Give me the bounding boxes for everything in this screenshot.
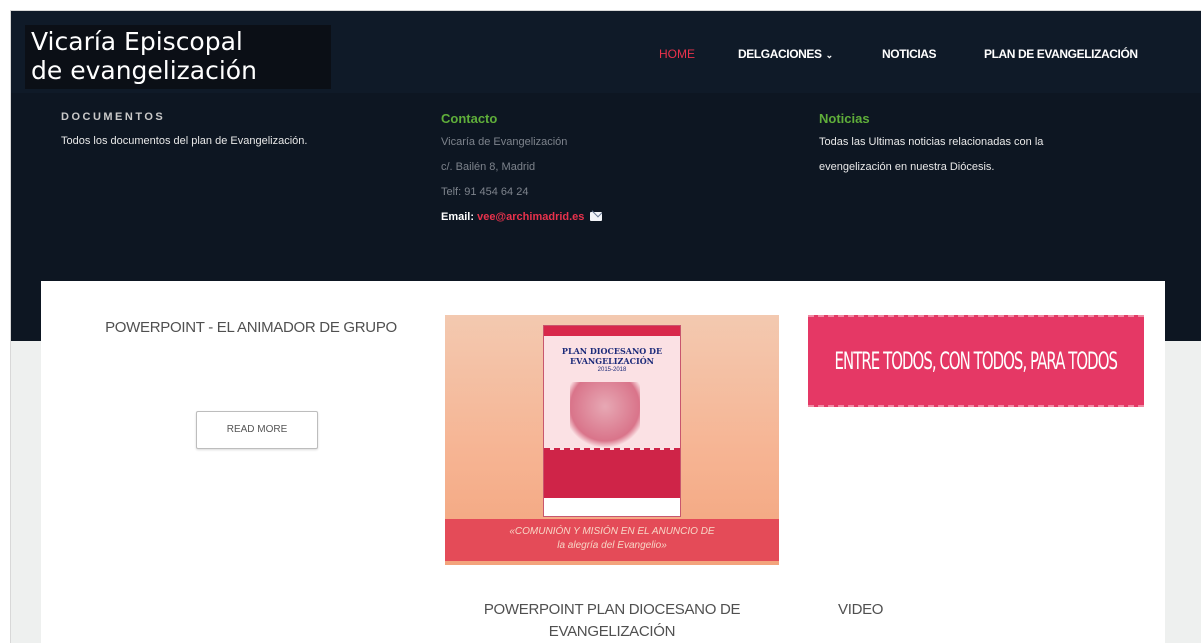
contacto-heading: Contacto (441, 111, 498, 126)
documentos-column: DOCUMENTOS Todos los documentos del plan… (61, 111, 307, 154)
noticias-heading: Noticias (819, 111, 870, 126)
read-more-button[interactable]: READ MORE (196, 411, 318, 449)
poster-banner: «COMUNIÓN Y MISIÓN EN EL ANUNCIO DE la a… (445, 519, 779, 561)
poster-document-footer (544, 498, 680, 516)
noticias-column: Noticias Todas las Ultimas noticias rela… (819, 111, 1043, 180)
envelope-icon[interactable] (590, 212, 603, 221)
noticias-line2: evengelización en nuestra Diócesis. (819, 161, 995, 173)
poster-banner-line2: la alegría del Evangelio» (557, 540, 667, 551)
email-label: Email: (441, 211, 475, 223)
nav-plan-evangelizacion[interactable]: PLAN DE EVANGELIZACIÓN (984, 47, 1138, 61)
contacto-line2: c/. Bailén 8, Madrid (441, 161, 536, 173)
chevron-down-icon: ⌄ (825, 50, 834, 60)
documentos-heading: DOCUMENTOS (61, 111, 166, 123)
entre-todos-banner-image[interactable]: ENTRE TODOS, CON TODOS, PARA TODOS (808, 315, 1144, 407)
documentos-text: Todos los documentos del plan de Evangel… (61, 135, 308, 147)
contacto-line1: Vicaría de Evangelización (441, 136, 568, 148)
contacto-email-row: Email: vee@archimadrid.es (441, 205, 603, 230)
contacto-column: Contacto Vicaría de Evangelización c/. B… (441, 111, 603, 230)
nav-delgaciones-label: DELGACIONES (738, 47, 822, 61)
main-nav: HOME DELGACIONES ⌄ NOTICIAS PLAN DE EVANG… (11, 47, 1201, 67)
poster-banner-line1: «COMUNIÓN Y MISIÓN EN EL ANUNCIO DE (509, 526, 715, 537)
nav-home[interactable]: HOME (659, 47, 695, 61)
top-navbar: Vicaría Episcopal de evangelización HOME… (11, 11, 1201, 93)
contacto-line3: Telf: 91 454 64 24 (441, 186, 529, 198)
card1-title[interactable]: POWERPOINT - EL ANIMADOR DE GRUPO (101, 317, 401, 339)
noticias-line1: Todas las Ultimas noticias relacionadas … (819, 136, 1044, 148)
poster-document: PLAN DIOCESANO DE EVANGELIZACIÓN 2015-20… (543, 325, 681, 517)
nav-noticias[interactable]: NOTICIAS (882, 47, 937, 61)
plan-diocesano-poster-image[interactable]: PLAN DIOCESANO DE EVANGELIZACIÓN 2015-20… (445, 315, 779, 565)
poster-title: PLAN DIOCESANO DE EVANGELIZACIÓN (561, 346, 663, 366)
poster-city (544, 450, 680, 498)
browser-viewport: Vicaría Episcopal de evangelización HOME… (10, 10, 1201, 643)
email-link[interactable]: vee@archimadrid.es (477, 211, 584, 223)
content-panel: POWERPOINT - EL ANIMADOR DE GRUPO READ M… (41, 281, 1165, 643)
poster-figure (570, 382, 640, 452)
poster-document-strip (544, 326, 680, 336)
banner-text: ENTRE TODOS, CON TODOS, PARA TODOS (834, 347, 1118, 375)
poster-years: 2015-2018 (597, 367, 627, 373)
card3-title[interactable]: VIDEO (838, 599, 898, 621)
card2-title[interactable]: POWERPOINT PLAN DIOCESANO DE EVANGELIZAC… (445, 599, 779, 643)
nav-delgaciones[interactable]: DELGACIONES ⌄ (738, 47, 833, 61)
